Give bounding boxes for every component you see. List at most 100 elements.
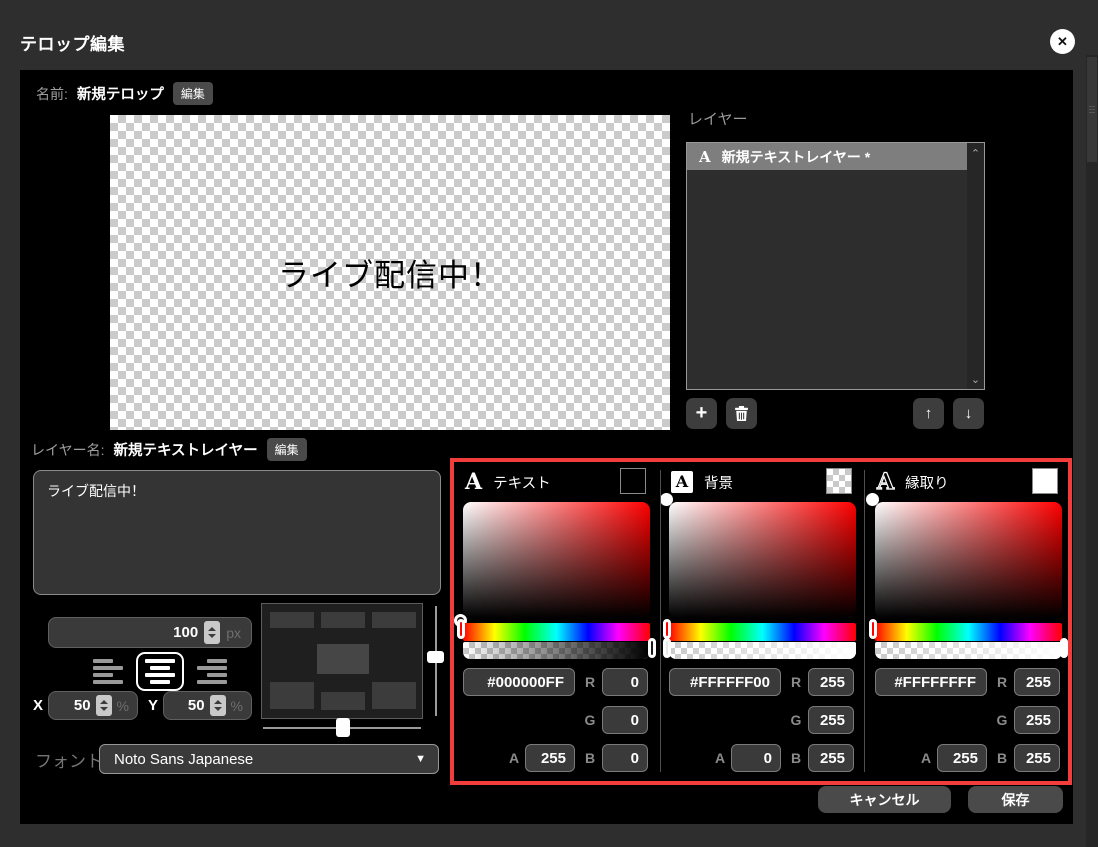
- outline-sv-gradient[interactable]: [866, 493, 1062, 618]
- outline-color-icon: A: [876, 469, 895, 495]
- r-label: R: [996, 674, 1008, 690]
- align-center-icon: [144, 659, 176, 684]
- y-position-unit: %: [230, 697, 243, 714]
- background-sv-gradient[interactable]: [660, 493, 856, 618]
- outline-r-input[interactable]: 255: [1014, 668, 1060, 696]
- text-layer-icon: A: [699, 147, 711, 166]
- close-icon: ✕: [1057, 33, 1068, 49]
- x-position-stepper[interactable]: [95, 695, 112, 716]
- outline-a-input[interactable]: 255: [937, 744, 987, 772]
- font-select[interactable]: Noto Sans Japanese ▼: [99, 744, 439, 774]
- name-label: 名前:: [36, 85, 68, 102]
- outline-hue-slider[interactable]: [869, 619, 1062, 641]
- font-size-unit: px: [226, 624, 241, 641]
- y-position-stepper[interactable]: [209, 695, 226, 716]
- font-size-value: 100: [173, 624, 199, 641]
- picker-label-text: テキスト: [493, 475, 551, 492]
- dialog-scrollbar[interactable]: [1086, 55, 1098, 847]
- font-label: フォント: [35, 752, 103, 771]
- picker-divider: [864, 470, 865, 772]
- x-position-unit: %: [116, 697, 129, 714]
- text-b-input[interactable]: 0: [602, 744, 648, 772]
- vertical-slider-thumb[interactable]: [427, 651, 444, 663]
- background-hex-input[interactable]: #FFFFFF00: [669, 668, 781, 696]
- scroll-down-icon[interactable]: ⌄: [967, 370, 984, 388]
- dialog-scrollbar-thumb[interactable]: [1087, 57, 1097, 162]
- close-button[interactable]: ✕: [1050, 29, 1075, 54]
- text-alpha-thumb[interactable]: [648, 638, 656, 658]
- color-picker-text: A テキスト #000000FF R 0 G 0 A 255 B 0: [454, 468, 656, 780]
- outline-hue-thumb[interactable]: [869, 619, 877, 639]
- layer-list[interactable]: A 新規テキストレイヤー * ⌃ ⌄: [686, 142, 985, 390]
- delete-layer-button[interactable]: [726, 398, 757, 429]
- edit-layer-name-button[interactable]: 編集: [266, 438, 307, 461]
- layer-name-value: 新規テキストレイヤー: [113, 443, 258, 459]
- text-g-input[interactable]: 0: [602, 706, 648, 734]
- horizontal-slider-thumb[interactable]: [336, 718, 350, 737]
- outline-alpha-thumb[interactable]: [1060, 638, 1068, 658]
- position-layout-preview[interactable]: [261, 603, 423, 719]
- a-label: A: [920, 750, 932, 766]
- text-align-group: [93, 652, 227, 691]
- layer-name-row: レイヤー名: 新規テキストレイヤー 編集: [31, 438, 307, 461]
- text-r-input[interactable]: 0: [602, 668, 648, 696]
- align-center-button[interactable]: [136, 652, 184, 691]
- plus-icon: +: [695, 402, 708, 424]
- layer-item-name: 新規テキストレイヤー *: [721, 148, 871, 165]
- outline-g-input[interactable]: 255: [1014, 706, 1060, 734]
- layer-list-item-selected[interactable]: A 新規テキストレイヤー *: [687, 143, 967, 170]
- telop-preview-canvas[interactable]: ライブ配信中！: [110, 115, 670, 430]
- background-color-swatch[interactable]: [826, 468, 852, 494]
- background-sv-thumb[interactable]: [660, 493, 673, 506]
- add-layer-button[interactable]: +: [686, 398, 717, 429]
- save-button[interactable]: 保存: [968, 786, 1063, 813]
- background-alpha-slider[interactable]: [663, 638, 856, 659]
- picker-divider: [660, 470, 661, 772]
- text-alpha-slider[interactable]: [463, 638, 656, 659]
- g-label: G: [996, 712, 1008, 728]
- text-hue-slider[interactable]: [457, 619, 650, 641]
- layer-text-input[interactable]: ライブ配信中！: [33, 470, 441, 595]
- scroll-up-icon[interactable]: ⌃: [967, 144, 984, 162]
- background-hue-slider[interactable]: [663, 619, 856, 641]
- background-g-input[interactable]: 255: [808, 706, 854, 734]
- text-a-input[interactable]: 255: [525, 744, 575, 772]
- font-size-input[interactable]: 100 px: [48, 617, 252, 648]
- name-row: 名前: 新規テロップ 編集: [36, 82, 213, 105]
- align-right-button[interactable]: [195, 659, 227, 684]
- text-color-icon: A: [465, 469, 483, 495]
- text-color-swatch[interactable]: [620, 468, 646, 494]
- outline-alpha-slider[interactable]: [875, 638, 1068, 659]
- layers-label: レイヤー: [688, 111, 748, 128]
- background-a-input[interactable]: 0: [731, 744, 781, 772]
- layer-name-label: レイヤー名:: [31, 441, 105, 458]
- move-layer-down-button[interactable]: ↓: [953, 398, 984, 429]
- g-label: G: [790, 712, 802, 728]
- align-left-button[interactable]: [93, 659, 125, 684]
- background-alpha-thumb[interactable]: [663, 638, 671, 658]
- y-position-input[interactable]: 50 %: [163, 691, 252, 720]
- outline-hex-input[interactable]: #FFFFFFFF: [875, 668, 987, 696]
- color-picker-background: A 背景 #FFFFFF00 R 255 G 255 A 0 B 255: [660, 468, 856, 780]
- telop-name-value: 新規テロップ: [76, 87, 164, 103]
- chevron-down-icon: ▼: [415, 753, 426, 765]
- outline-b-input[interactable]: 255: [1014, 744, 1060, 772]
- text-sv-gradient[interactable]: [454, 502, 650, 627]
- x-position-input[interactable]: 50 %: [48, 691, 138, 720]
- text-hex-input[interactable]: #000000FF: [463, 668, 575, 696]
- background-r-input[interactable]: 255: [808, 668, 854, 696]
- outline-sv-thumb[interactable]: [866, 493, 879, 506]
- y-position-value: 50: [187, 697, 205, 714]
- r-label: R: [584, 674, 596, 690]
- cancel-button[interactable]: キャンセル: [818, 786, 951, 813]
- background-hue-thumb[interactable]: [663, 619, 671, 639]
- font-size-stepper[interactable]: [204, 621, 221, 644]
- background-b-input[interactable]: 255: [808, 744, 854, 772]
- picker-label-outline: 縁取り: [905, 475, 949, 492]
- move-layer-up-button[interactable]: ↑: [913, 398, 944, 429]
- layer-list-scrollbar[interactable]: ⌃ ⌄: [967, 143, 984, 389]
- text-hue-thumb[interactable]: [457, 619, 465, 639]
- edit-name-button[interactable]: 編集: [172, 82, 213, 105]
- a-label: A: [508, 750, 520, 766]
- outline-color-swatch[interactable]: [1032, 468, 1058, 494]
